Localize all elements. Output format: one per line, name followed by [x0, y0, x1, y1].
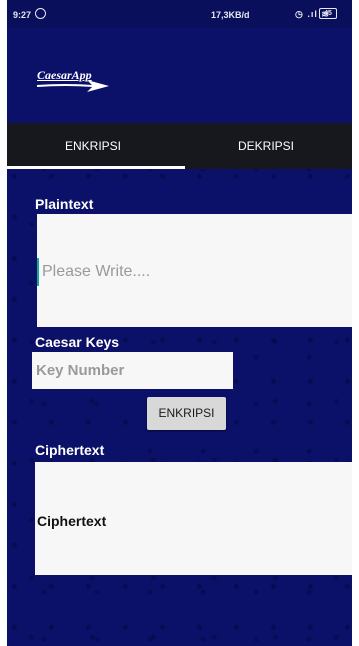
- battery-icon: 45: [319, 8, 337, 19]
- tab-dekripsi[interactable]: DEKRIPSI: [180, 123, 352, 169]
- caesar-keys-label: Caesar Keys: [35, 334, 120, 350]
- network-speed: 17,3KB/d: [211, 10, 250, 20]
- logo-arrow-icon: [36, 80, 109, 92]
- encrypt-button[interactable]: ENKRIPSI: [147, 397, 226, 430]
- ciphertext-value: Ciphertext: [37, 513, 107, 529]
- tab-bar: ENKRIPSI DEKRIPSI: [7, 123, 352, 169]
- plaintext-placeholder: Please Write....: [42, 263, 151, 280]
- plaintext-label: Plaintext: [35, 196, 94, 212]
- selected-tab-indicator: [7, 166, 185, 169]
- app-header: CaesarApp: [7, 28, 352, 123]
- tab-enkripsi[interactable]: ENKRIPSI: [7, 123, 179, 169]
- status-time: 9:27: [13, 10, 32, 20]
- whatsapp-notification-icon: [35, 8, 46, 19]
- status-bar: 9:27 17,3KB/d ◷ .ıl ≋ 45: [7, 0, 352, 28]
- ciphertext-label: Ciphertext: [35, 442, 105, 458]
- text-cursor: [37, 258, 39, 286]
- key-number-input[interactable]: Key Number: [32, 352, 233, 389]
- plaintext-input[interactable]: Please Write....: [37, 214, 352, 327]
- ciphertext-output: Ciphertext: [35, 462, 352, 575]
- app-screen: 9:27 17,3KB/d ◷ .ıl ≋ 45 CaesarApp ENKRI…: [7, 0, 352, 646]
